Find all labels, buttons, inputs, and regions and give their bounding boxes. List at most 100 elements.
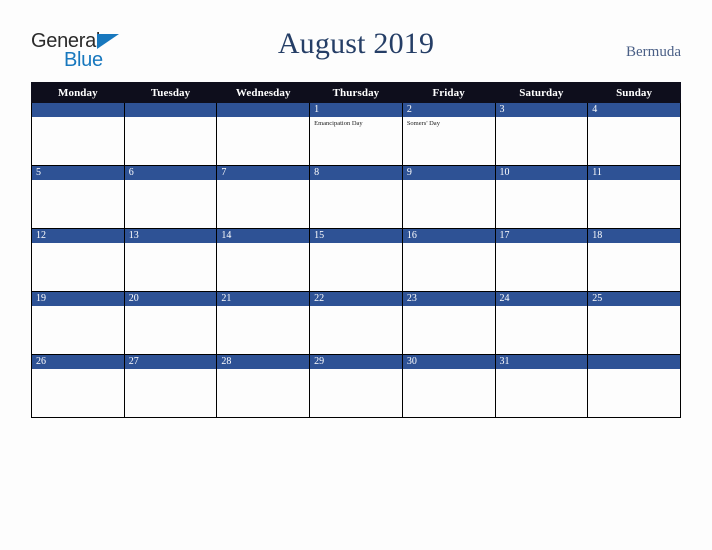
weekday-header-wednesday: Wednesday [216, 82, 311, 103]
day-number: 9 [402, 166, 495, 180]
calendar-day-cell[interactable]: 9 [401, 165, 496, 229]
day-number [32, 103, 124, 117]
weekday-header-friday: Friday [401, 82, 496, 103]
day-cell-inner: 4 [588, 103, 680, 165]
day-number: 10 [495, 166, 588, 180]
calendar-body: 1 Emancipation Day 2 Somers' Day 3 4 5 6 7 8 9 10 11… [31, 102, 681, 418]
calendar-day-cell[interactable]: 7 [216, 165, 311, 229]
day-cell-inner: 7 [217, 166, 310, 228]
day-number [588, 355, 680, 369]
day-cell-inner: 17 [495, 229, 588, 291]
day-cell-inner: 27 [124, 355, 217, 417]
calendar-day-cell[interactable]: 10 [494, 165, 589, 229]
calendar-day-cell[interactable]: 21 [216, 291, 311, 355]
calendar-day-cell[interactable]: 27 [123, 354, 218, 418]
day-cell-inner [588, 355, 680, 417]
calendar-day-cell[interactable]: 2 Somers' Day [401, 102, 496, 166]
calendar-day-cell[interactable]: 18 [587, 228, 681, 292]
calendar-day-cell[interactable]: 24 [494, 291, 589, 355]
day-number [124, 103, 217, 117]
day-cell-inner: 19 [32, 292, 124, 354]
calendar-week-row: 12 13 14 15 16 17 18 [31, 228, 681, 292]
calendar-grid: Monday Tuesday Wednesday Thursday Friday… [31, 82, 681, 418]
calendar-day-cell[interactable]: 3 [494, 102, 589, 166]
calendar-day-cell[interactable]: 16 [401, 228, 496, 292]
calendar-day-cell[interactable]: 8 [309, 165, 403, 229]
calendar-day-cell[interactable]: 28 [216, 354, 311, 418]
holiday-label: Somers' Day [406, 120, 440, 127]
day-cell-inner [124, 103, 217, 165]
page-header: General Blue August 2019 Bermuda [0, 0, 712, 82]
calendar-day-cell[interactable]: 4 [587, 102, 681, 166]
day-cell-inner: 2 Somers' Day [402, 103, 495, 165]
calendar-day-cell[interactable]: 25 [587, 291, 681, 355]
calendar-day-cell[interactable]: 29 [309, 354, 403, 418]
day-cell-inner: 11 [588, 166, 680, 228]
day-number: 29 [310, 355, 402, 369]
calendar-day-cell[interactable]: 20 [123, 291, 218, 355]
day-cell-inner: 14 [217, 229, 310, 291]
calendar-day-cell[interactable]: 13 [123, 228, 218, 292]
day-number: 30 [402, 355, 495, 369]
day-number: 14 [217, 229, 310, 243]
day-events: Emancipation Day [310, 117, 402, 128]
calendar-day-cell[interactable]: 1 Emancipation Day [309, 102, 403, 166]
day-cell-inner: 9 [402, 166, 495, 228]
day-number: 4 [588, 103, 680, 117]
calendar-day-cell[interactable]: 22 [309, 291, 403, 355]
day-number: 7 [217, 166, 310, 180]
day-number: 16 [402, 229, 495, 243]
calendar-week-row: 5 6 7 8 9 10 11 [31, 165, 681, 229]
day-cell-inner: 15 [310, 229, 402, 291]
calendar-day-cell[interactable]: 31 [494, 354, 589, 418]
calendar-day-cell[interactable]: 17 [494, 228, 589, 292]
weekday-header-row: Monday Tuesday Wednesday Thursday Friday… [31, 82, 681, 103]
calendar-day-cell[interactable]: 12 [31, 228, 125, 292]
day-cell-inner: 16 [402, 229, 495, 291]
calendar-day-cell[interactable]: 11 [587, 165, 681, 229]
day-number: 5 [32, 166, 124, 180]
day-number: 20 [124, 292, 217, 306]
day-cell-inner: 28 [217, 355, 310, 417]
weekday-header-saturday: Saturday [494, 82, 589, 103]
day-cell-inner: 31 [495, 355, 588, 417]
region-label: Bermuda [626, 44, 681, 60]
weekday-header-monday: Monday [31, 82, 125, 103]
day-cell-inner: 23 [402, 292, 495, 354]
day-number: 13 [124, 229, 217, 243]
day-cell-inner: 20 [124, 292, 217, 354]
calendar-page: General Blue August 2019 Bermuda Monday … [0, 0, 712, 550]
calendar-day-cell[interactable]: 14 [216, 228, 311, 292]
calendar-table: Monday Tuesday Wednesday Thursday Friday… [31, 82, 681, 418]
day-cell-inner: 6 [124, 166, 217, 228]
day-number: 11 [588, 166, 680, 180]
weekday-header-tuesday: Tuesday [123, 82, 218, 103]
calendar-day-cell[interactable]: 30 [401, 354, 496, 418]
day-number [217, 103, 310, 117]
calendar-day-cell[interactable]: 6 [123, 165, 218, 229]
day-cell-inner: 10 [495, 166, 588, 228]
calendar-day-cell[interactable]: 5 [31, 165, 125, 229]
day-number: 18 [588, 229, 680, 243]
calendar-empty-cell [123, 102, 218, 166]
calendar-day-cell[interactable]: 23 [401, 291, 496, 355]
day-cell-inner: 5 [32, 166, 124, 228]
day-number: 31 [495, 355, 588, 369]
calendar-day-cell[interactable]: 15 [309, 228, 403, 292]
day-number: 12 [32, 229, 124, 243]
day-number: 24 [495, 292, 588, 306]
calendar-day-cell[interactable]: 19 [31, 291, 125, 355]
day-number: 19 [32, 292, 124, 306]
day-number: 8 [310, 166, 402, 180]
calendar-week-row: 26 27 28 29 30 31 [31, 354, 681, 418]
weekday-header-sunday: Sunday [587, 82, 681, 103]
calendar-empty-cell [587, 354, 681, 418]
day-cell-inner: 12 [32, 229, 124, 291]
calendar-day-cell[interactable]: 26 [31, 354, 125, 418]
day-cell-inner: 1 Emancipation Day [310, 103, 402, 165]
day-number: 3 [495, 103, 588, 117]
day-cell-inner: 18 [588, 229, 680, 291]
day-cell-inner [32, 103, 124, 165]
weekday-header-thursday: Thursday [309, 82, 403, 103]
day-cell-inner: 30 [402, 355, 495, 417]
